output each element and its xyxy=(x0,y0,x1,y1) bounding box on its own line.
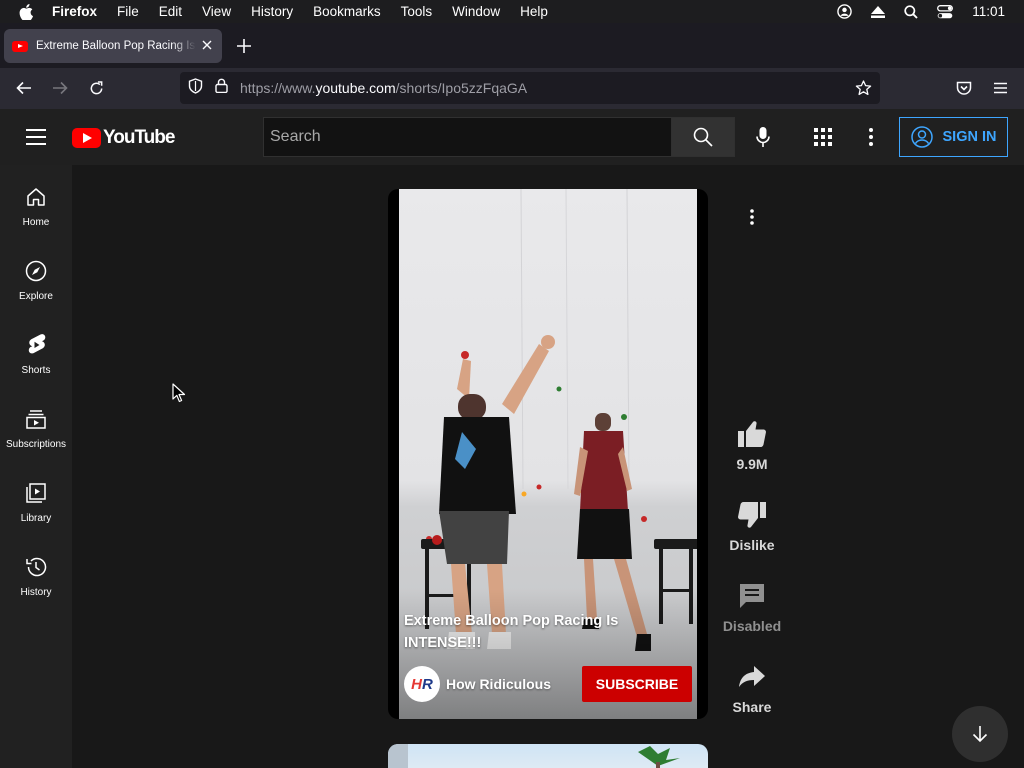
menu-edit[interactable]: Edit xyxy=(159,4,182,19)
thumbs-up-icon xyxy=(736,418,768,450)
youtube-header: YouTube SIGN IN xyxy=(0,109,1024,165)
subscriptions-icon xyxy=(24,407,48,431)
avatar-letter-r: R xyxy=(422,675,433,693)
browser-tab-strip: Extreme Balloon Pop Racing Is INTENSE!!!… xyxy=(0,23,1024,68)
sidebar-item-history[interactable]: History xyxy=(0,535,72,609)
comments-label: Disabled xyxy=(722,618,782,634)
search-input[interactable] xyxy=(270,128,660,146)
menu-file[interactable]: File xyxy=(117,4,139,19)
sidebar-item-subscriptions[interactable]: Subscriptions xyxy=(0,387,72,461)
channel-name[interactable]: How Ridiculous xyxy=(446,676,551,692)
reload-icon[interactable] xyxy=(87,79,105,97)
sidebar-item-label: Explore xyxy=(19,291,53,302)
comment-icon xyxy=(736,580,768,612)
new-tab-icon[interactable] xyxy=(236,38,252,54)
share-label: Share xyxy=(732,699,772,715)
control-center-icon[interactable] xyxy=(937,4,954,19)
next-short-preview[interactable] xyxy=(388,744,708,768)
browser-tab-active[interactable]: Extreme Balloon Pop Racing Is INTENSE!!!… xyxy=(4,29,222,63)
sidebar-item-label: Home xyxy=(22,217,50,228)
back-arrow-icon[interactable] xyxy=(15,79,33,97)
url-prefix: https://www. xyxy=(240,80,316,96)
compass-icon xyxy=(24,259,48,283)
sidebar-item-explore[interactable]: Explore xyxy=(0,239,72,313)
voice-search-button[interactable] xyxy=(749,123,777,151)
youtube-mini-guide: Home Explore Shorts Subscriptions Librar… xyxy=(0,165,72,768)
like-button[interactable]: 9.9M xyxy=(720,418,784,472)
macos-menubar: Firefox File Edit View History Bookmarks… xyxy=(0,0,1024,23)
url-path: /shorts/Ipo5zzFqaGA xyxy=(395,80,528,96)
url-text[interactable]: https://www.youtube.com/shorts/Ipo5zzFqa… xyxy=(240,80,527,96)
url-host: youtube.com xyxy=(315,80,396,96)
menubar-status-area: 11:01 xyxy=(837,0,1024,23)
youtube-favicon-icon xyxy=(12,40,28,52)
short-more-options-icon[interactable] xyxy=(745,207,759,227)
shorts-icon xyxy=(24,333,48,357)
menu-tools[interactable]: Tools xyxy=(401,4,433,19)
thumbs-down-icon xyxy=(736,499,768,531)
search-button[interactable] xyxy=(671,117,735,157)
tracking-protection-shield-icon[interactable] xyxy=(188,77,203,99)
menu-help[interactable]: Help xyxy=(520,4,548,19)
sidebar-item-label: Subscriptions xyxy=(5,439,67,450)
bookmark-star-icon[interactable] xyxy=(855,80,872,101)
search-icon xyxy=(693,127,713,147)
settings-more-icon[interactable] xyxy=(868,127,874,152)
history-icon xyxy=(24,555,48,579)
sign-in-label: SIGN IN xyxy=(942,129,997,145)
apple-icon[interactable] xyxy=(18,3,34,20)
tab-title: Extreme Balloon Pop Racing Is INTENSE!!!… xyxy=(36,40,196,52)
eject-icon[interactable] xyxy=(871,5,886,18)
forward-arrow-icon[interactable] xyxy=(51,79,69,97)
sidebar-item-home[interactable]: Home xyxy=(0,165,72,239)
user-account-icon[interactable] xyxy=(837,4,852,19)
channel-avatar[interactable]: HR xyxy=(404,666,440,702)
mouse-cursor-icon xyxy=(172,383,186,403)
menu-history[interactable]: History xyxy=(251,4,293,19)
microphone-icon xyxy=(756,127,770,147)
tab-close-icon[interactable] xyxy=(200,38,214,52)
sidebar-item-library[interactable]: Library xyxy=(0,461,72,535)
subscribe-button[interactable]: SUBSCRIBE xyxy=(582,666,692,702)
guide-menu-icon[interactable] xyxy=(26,129,46,145)
menu-window[interactable]: Window xyxy=(452,4,500,19)
comments-button[interactable]: Disabled xyxy=(720,580,784,634)
avatar-letter-h: H xyxy=(411,675,422,693)
sidebar-item-label: Shorts xyxy=(21,365,51,376)
app-menu-icon[interactable] xyxy=(991,79,1009,97)
sidebar-item-shorts[interactable]: Shorts xyxy=(0,313,72,387)
like-count: 9.9M xyxy=(736,456,768,472)
sidebar-item-label: Library xyxy=(20,513,52,524)
youtube-logo[interactable]: YouTube xyxy=(72,127,175,149)
pocket-icon[interactable] xyxy=(955,79,973,97)
share-arrow-icon xyxy=(736,661,768,693)
next-short-frame xyxy=(388,744,680,768)
next-short-button[interactable] xyxy=(952,706,1008,762)
dislike-button[interactable]: Dislike xyxy=(720,499,784,553)
search-box xyxy=(263,117,672,157)
share-button[interactable]: Share xyxy=(720,661,784,715)
arrow-down-icon xyxy=(972,726,988,743)
browser-nav-bar: https://www.youtube.com/shorts/Ipo5zzFqa… xyxy=(0,68,1024,109)
dislike-label: Dislike xyxy=(729,537,775,553)
library-icon xyxy=(24,481,48,505)
youtube-wordmark: YouTube xyxy=(103,127,175,148)
menu-bookmarks[interactable]: Bookmarks xyxy=(313,4,381,19)
sign-in-button[interactable]: SIGN IN xyxy=(899,117,1008,157)
channel-info[interactable]: HR How Ridiculous xyxy=(404,666,551,702)
spotlight-search-icon[interactable] xyxy=(904,4,918,19)
youtube-play-logo-icon xyxy=(72,128,101,148)
short-title[interactable]: Extreme Balloon Pop Racing Is INTENSE!!! xyxy=(404,610,634,654)
menu-app-name[interactable]: Firefox xyxy=(52,4,97,19)
secure-lock-icon[interactable] xyxy=(215,78,228,98)
home-icon xyxy=(24,185,48,209)
menu-view[interactable]: View xyxy=(202,4,231,19)
account-circle-icon xyxy=(910,126,933,148)
youtube-apps-icon[interactable] xyxy=(814,128,832,151)
menubar-clock: 11:01 xyxy=(972,4,1005,19)
sidebar-item-label: History xyxy=(20,587,52,598)
url-bar[interactable]: https://www.youtube.com/shorts/Ipo5zzFqa… xyxy=(180,72,880,104)
